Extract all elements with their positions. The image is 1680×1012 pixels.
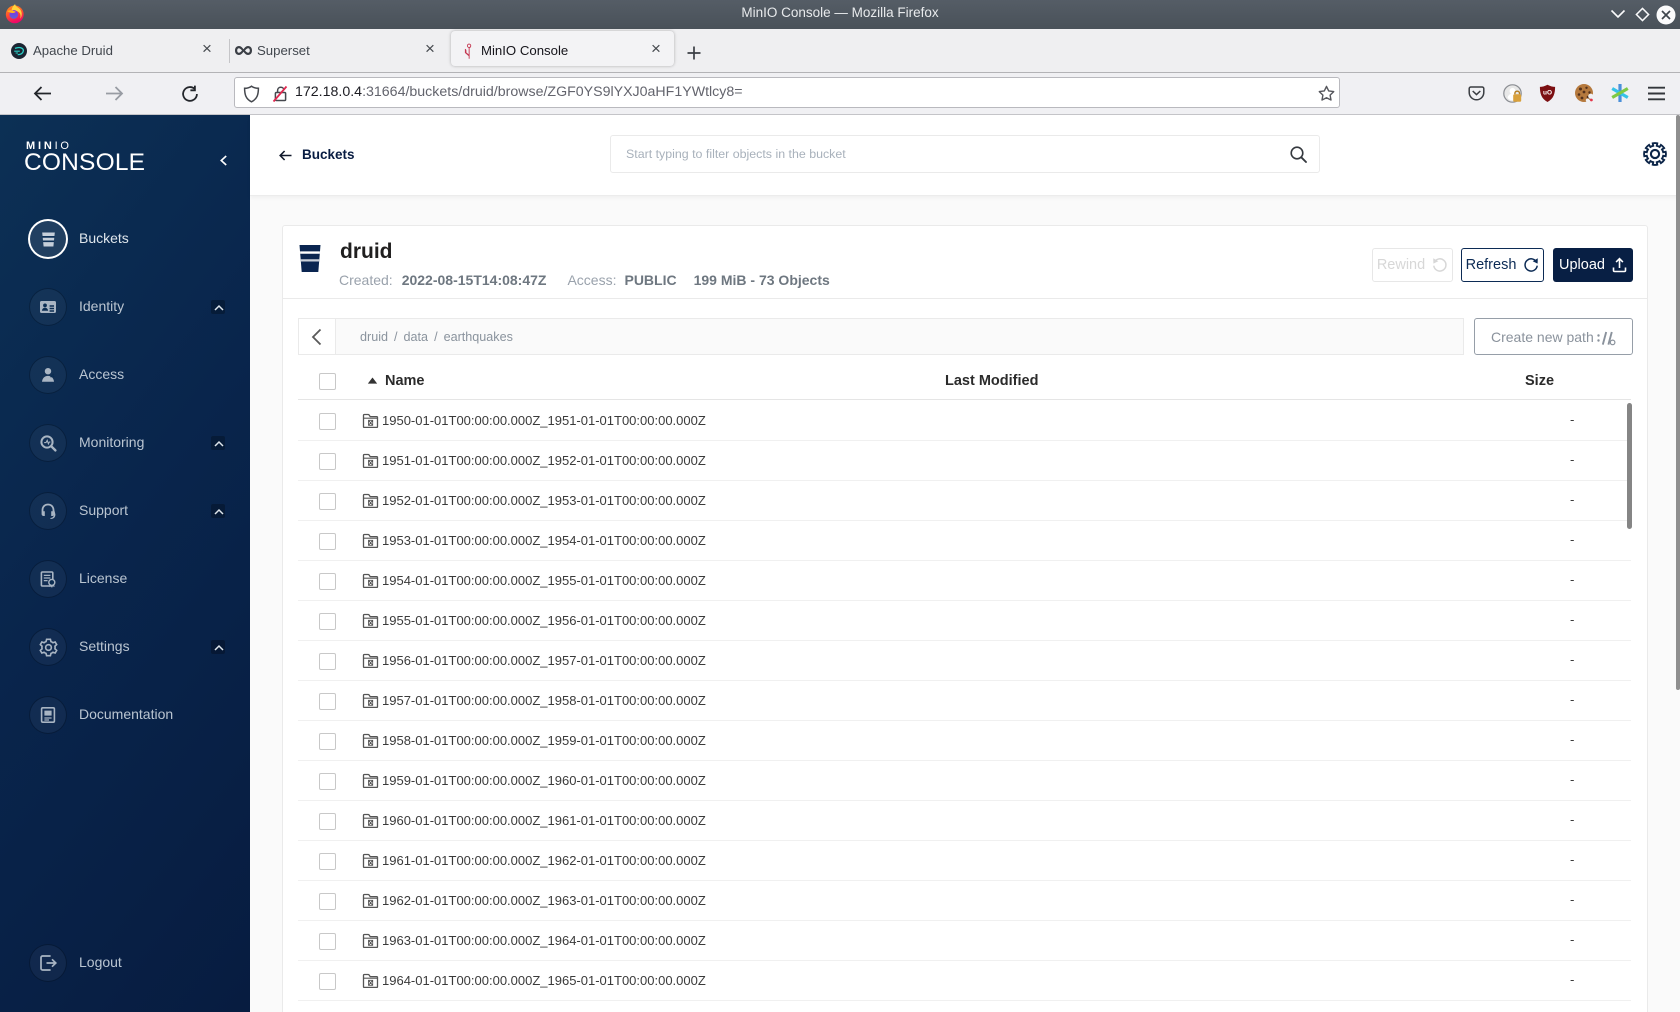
svg-text:uO: uO — [1543, 90, 1552, 97]
